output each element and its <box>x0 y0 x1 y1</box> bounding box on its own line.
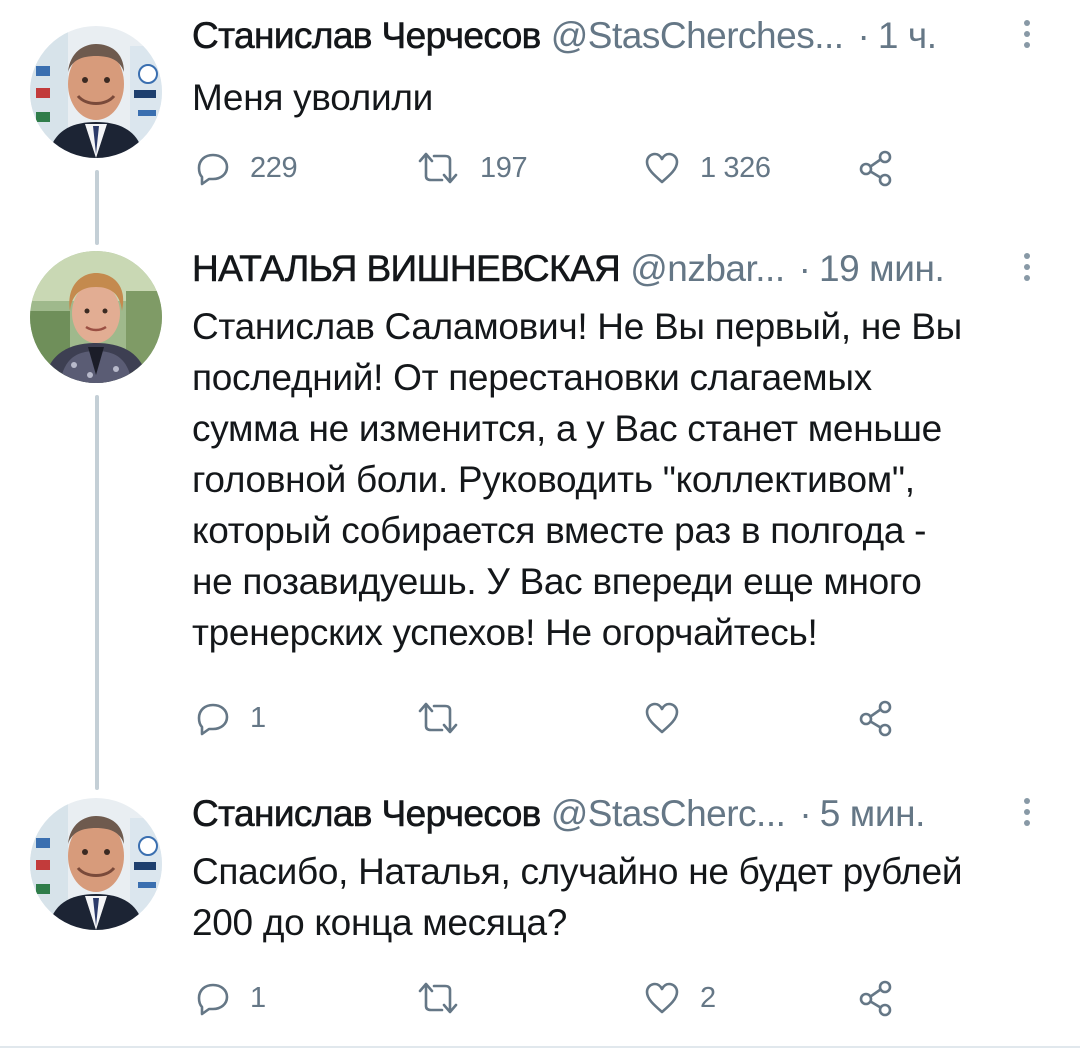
reply-button[interactable]: 1 <box>192 973 266 1023</box>
retweet-icon <box>414 698 462 738</box>
like-icon <box>642 698 682 738</box>
tweet-actions: 1 <box>192 693 912 743</box>
avatar-man-photo-icon <box>30 26 162 158</box>
tweet-text: Спасибо, Наталья, случайно не будет рубл… <box>192 851 963 943</box>
avatar[interactable] <box>30 798 162 930</box>
share-button[interactable] <box>856 693 896 743</box>
share-button[interactable] <box>856 973 896 1023</box>
like-icon <box>642 148 682 188</box>
reply-icon <box>192 698 232 738</box>
avatar[interactable] <box>30 26 162 158</box>
share-icon <box>856 978 896 1018</box>
reply-count: 229 <box>250 151 298 184</box>
separator-dot: · <box>857 15 870 56</box>
author-name[interactable]: НАТАЛЬЯ ВИШНЕВСКАЯ <box>192 247 621 291</box>
separator-dot: · <box>799 793 812 834</box>
retweet-button[interactable]: 197 <box>414 143 528 193</box>
separator-dot: · <box>798 248 811 289</box>
retweet-button[interactable] <box>414 693 480 743</box>
reply-button[interactable]: 229 <box>192 143 298 193</box>
reply-icon <box>192 148 232 188</box>
retweet-icon <box>414 148 462 188</box>
share-button[interactable] <box>856 143 896 193</box>
tweet-text: Станислав Саламович! Не Вы первый, не Вы… <box>192 306 962 653</box>
author-name[interactable]: Станислав Черчесов <box>192 792 542 836</box>
timestamp[interactable]: 19 мин. <box>819 247 945 291</box>
reply-icon <box>192 978 232 1018</box>
timestamp[interactable]: 1 ч. <box>878 14 937 58</box>
like-count: 2 <box>700 981 716 1014</box>
author-handle[interactable]: @StasCherches... <box>551 14 844 58</box>
more-options-icon[interactable] <box>1022 798 1032 832</box>
author-handle[interactable]: @nzbar... <box>630 247 785 291</box>
author-name[interactable]: Станислав Черчесов <box>192 14 542 58</box>
avatar-man-photo-icon <box>30 798 162 930</box>
reply-count: 1 <box>250 981 266 1014</box>
like-button[interactable]: 2 <box>642 973 716 1023</box>
like-icon <box>642 978 682 1018</box>
tweet-2[interactable]: НАТАЛЬЯ ВИШНЕВСКАЯ @nzbar... · 19 мин. С… <box>0 245 1080 790</box>
share-icon <box>856 698 896 738</box>
like-button[interactable] <box>642 693 700 743</box>
tweet-actions: 1 2 <box>192 973 912 1023</box>
timestamp[interactable]: 5 мин. <box>820 792 926 836</box>
tweet-1[interactable]: Станислав Черчесов @StasCherches... · 1 … <box>0 0 1080 245</box>
tweet-actions: 229 197 1 326 <box>192 143 912 193</box>
like-count: 1 326 <box>700 151 771 184</box>
avatar[interactable] <box>30 251 162 383</box>
reply-count: 1 <box>250 701 266 734</box>
retweet-button[interactable] <box>414 973 480 1023</box>
tweet-3[interactable]: Станислав Черчесов @StasCherc... · 5 мин… <box>0 790 1080 1048</box>
author-handle[interactable]: @StasCherc... <box>551 792 786 836</box>
tweet-header: Станислав Черчесов @StasCherches... · 1 … <box>192 14 1040 58</box>
tweet-header: НАТАЛЬЯ ВИШНЕВСКАЯ @nzbar... · 19 мин. <box>192 247 1040 291</box>
reply-button[interactable]: 1 <box>192 693 266 743</box>
tweet-header: Станислав Черчесов @StasCherc... · 5 мин… <box>192 792 1040 836</box>
like-button[interactable]: 1 326 <box>642 143 771 193</box>
share-icon <box>856 148 896 188</box>
more-options-icon[interactable] <box>1022 20 1032 54</box>
retweet-icon <box>414 978 462 1018</box>
more-options-icon[interactable] <box>1022 253 1032 287</box>
avatar-woman-photo-icon <box>30 251 162 383</box>
tweet-text: Меня уволили <box>192 77 433 118</box>
retweet-count: 197 <box>480 151 528 184</box>
